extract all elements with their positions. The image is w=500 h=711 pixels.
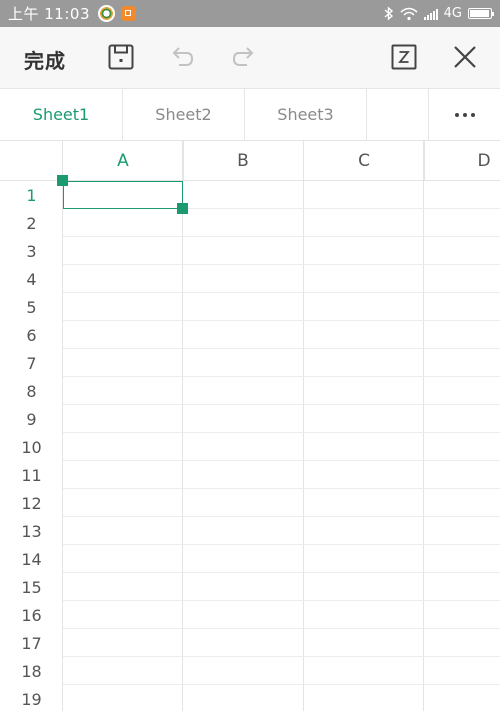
- toolbar: 完成: [0, 27, 500, 89]
- close-button[interactable]: [450, 42, 480, 72]
- wifi-icon: [400, 7, 418, 20]
- done-button[interactable]: 完成: [24, 45, 66, 74]
- row-header[interactable]: 9: [0, 405, 63, 433]
- row-divider: [63, 292, 500, 293]
- row-header[interactable]: 12: [0, 489, 63, 517]
- row-header[interactable]: 13: [0, 517, 63, 545]
- bluetooth-icon: [384, 6, 393, 21]
- row-divider: [63, 376, 500, 377]
- row-divider: [63, 544, 500, 545]
- column-header-b[interactable]: B: [183, 141, 304, 181]
- more-tabs-button[interactable]: [428, 89, 500, 140]
- column-divider: [423, 141, 424, 711]
- row-divider: [63, 488, 500, 489]
- toggle-box-icon: [391, 44, 417, 70]
- selection-handle-start[interactable]: [57, 175, 68, 186]
- column-header-a[interactable]: A: [63, 141, 184, 181]
- more-dot: [454, 112, 459, 117]
- row-divider: [63, 684, 500, 685]
- row-header[interactable]: 18: [0, 657, 63, 685]
- notification-app-icon-2: [121, 6, 136, 21]
- row-divider: [63, 264, 500, 265]
- more-dot: [470, 112, 475, 117]
- row-header[interactable]: 6: [0, 321, 63, 349]
- column-header-d[interactable]: D: [424, 141, 500, 181]
- sheet-tabs: Sheet1 Sheet2 Sheet3: [0, 89, 500, 141]
- row-header[interactable]: 2: [0, 209, 63, 237]
- spreadsheet-grid[interactable]: A B C D 1 2 3 4 5 6 7 8 9 10 11 12 13 14 15 16 17 18 19: [0, 141, 500, 711]
- row-header[interactable]: 19: [0, 685, 63, 711]
- selected-cell[interactable]: [63, 181, 183, 209]
- status-time: 上午 11:03: [8, 5, 90, 23]
- row-header[interactable]: 5: [0, 293, 63, 321]
- close-icon: [454, 46, 476, 68]
- row-header[interactable]: 8: [0, 377, 63, 405]
- row-divider: [63, 572, 500, 573]
- undo-icon: [172, 47, 194, 66]
- notification-app-icon: [98, 5, 115, 22]
- battery-icon: [468, 8, 494, 19]
- row-header[interactable]: 15: [0, 573, 63, 601]
- column-header-c[interactable]: C: [304, 141, 425, 181]
- redo-icon: [232, 47, 254, 66]
- row-divider: [63, 460, 500, 461]
- selection-handle-end[interactable]: [177, 203, 188, 214]
- row-divider: [63, 432, 500, 433]
- row-divider: [63, 600, 500, 601]
- column-divider: [182, 141, 183, 711]
- status-right: 4G: [384, 6, 494, 21]
- row-header[interactable]: 4: [0, 265, 63, 293]
- row-divider: [63, 320, 500, 321]
- undo-button[interactable]: [167, 42, 197, 72]
- row-divider: [63, 404, 500, 405]
- row-divider: [63, 236, 500, 237]
- redo-button[interactable]: [229, 42, 259, 72]
- row-divider: [63, 656, 500, 657]
- row-divider: [63, 628, 500, 629]
- row-header[interactable]: 10: [0, 433, 63, 461]
- network-type: 4G: [443, 6, 462, 21]
- tab-sheet2[interactable]: Sheet2: [123, 89, 245, 140]
- save-button[interactable]: [106, 42, 136, 72]
- column-divider: [303, 141, 304, 711]
- signal-icon: [423, 8, 438, 20]
- row-header[interactable]: 17: [0, 629, 63, 657]
- tab-sheet1[interactable]: Sheet1: [0, 89, 123, 140]
- row-header[interactable]: 11: [0, 461, 63, 489]
- row-header[interactable]: 7: [0, 349, 63, 377]
- toggle-keyboard-button[interactable]: [389, 42, 419, 72]
- tab-sheet3[interactable]: Sheet3: [245, 89, 367, 140]
- row-header[interactable]: 14: [0, 545, 63, 573]
- row-divider: [63, 516, 500, 517]
- status-bar: 上午 11:03 4G: [0, 0, 500, 27]
- row-header[interactable]: 1: [0, 181, 63, 209]
- more-dot: [462, 112, 467, 117]
- save-icon: [108, 44, 134, 70]
- row-header[interactable]: 3: [0, 237, 63, 265]
- row-header[interactable]: 16: [0, 601, 63, 629]
- row-divider: [63, 348, 500, 349]
